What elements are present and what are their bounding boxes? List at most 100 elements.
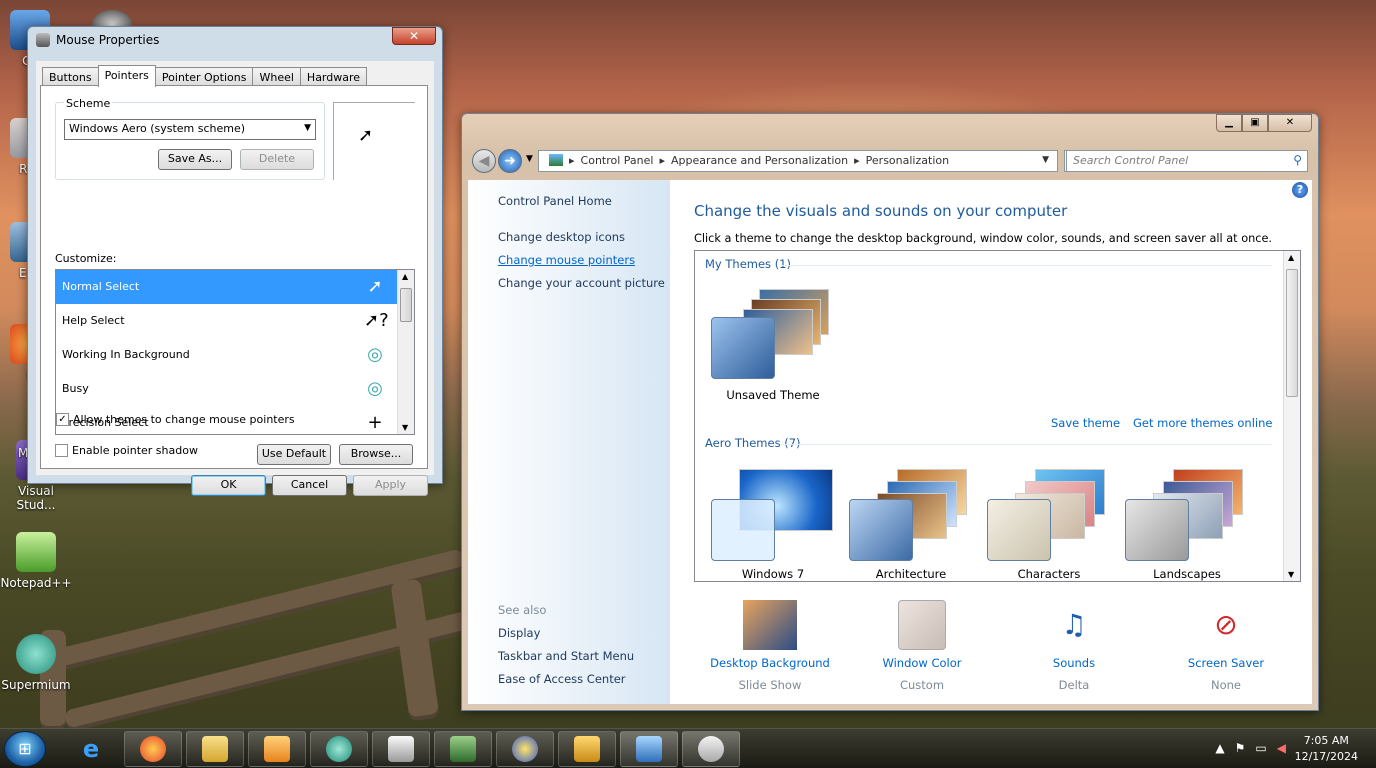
theme-list-scrollbar[interactable]: ▲ ▼ <box>1283 251 1300 581</box>
maximize-button[interactable]: ▣ <box>1242 114 1268 132</box>
display-link[interactable]: Display <box>498 626 540 640</box>
theme-unsaved[interactable] <box>711 287 831 379</box>
pointer-row[interactable]: Working In Background ◎ <box>56 338 414 372</box>
control-panel-home-link[interactable]: Control Panel Home <box>498 194 612 208</box>
desktop-icon-supermium[interactable]: Supermium <box>0 634 74 692</box>
x-icon <box>512 736 538 762</box>
network-icon[interactable]: ▭ <box>1255 741 1266 755</box>
taskbar-supermium[interactable] <box>310 731 368 767</box>
minimize-button[interactable]: ▁ <box>1216 114 1242 132</box>
pointer-row[interactable]: Normal Select ➚ <box>56 270 414 304</box>
use-default-button[interactable]: Use Default <box>257 444 331 465</box>
desktop-icon-notepadpp[interactable]: Notepad++ <box>0 532 74 590</box>
theme-name: Characters <box>1017 567 1081 581</box>
mouse-properties-window: Mouse Properties ✕ Buttons Pointers Poin… <box>27 26 443 496</box>
tab-hardware[interactable]: Hardware <box>299 67 368 86</box>
close-button[interactable]: ✕ <box>1268 114 1312 132</box>
tab-pointers[interactable]: Pointers <box>97 65 156 87</box>
back-button[interactable]: ◀ <box>472 149 496 173</box>
screen-saver-icon: ⊘ <box>1214 608 1238 641</box>
breadcrumb-appearance[interactable]: Appearance and Personalization <box>671 154 848 171</box>
save-theme-link[interactable]: Save theme <box>1051 416 1120 430</box>
breadcrumb-control-panel[interactable]: Control Panel <box>581 154 654 171</box>
screen-saver-item[interactable]: ⊘ Screen Saver None <box>1166 600 1286 692</box>
volume-muted-icon[interactable]: ◀ <box>1277 741 1286 755</box>
recent-pages-chevron-icon[interactable]: ▼ <box>526 154 533 164</box>
desktop-icon-label: Visual Stud... <box>16 484 56 512</box>
theme-architecture[interactable] <box>849 469 969 561</box>
scroll-down-icon[interactable]: ▼ <box>402 423 408 432</box>
sounds-link[interactable]: Sounds <box>1014 656 1134 670</box>
change-desktop-icons-link[interactable]: Change desktop icons <box>498 230 625 244</box>
theme-name: Landscapes <box>1153 567 1221 581</box>
change-account-picture-link[interactable]: Change your account picture <box>498 276 665 290</box>
pointer-list[interactable]: Normal Select ➚ Help Select ➚? Working I… <box>55 269 415 435</box>
ease-of-access-link[interactable]: Ease of Access Center <box>498 672 626 686</box>
action-center-flag-icon[interactable]: ⚑ <box>1235 741 1246 755</box>
terminal-icon <box>450 736 476 762</box>
clock[interactable]: 7:05 AM 12/17/2024 <box>1295 733 1358 765</box>
enable-pointer-shadow-checkbox[interactable]: Enable pointer shadow <box>55 444 198 457</box>
apply-button[interactable]: Apply <box>353 475 428 496</box>
help-button[interactable]: ? <box>1292 182 1308 198</box>
browse-button[interactable]: Browse... <box>339 444 413 465</box>
chevron-down-icon[interactable]: ▼ <box>1042 155 1049 165</box>
forward-button[interactable]: ➜ <box>498 149 522 173</box>
change-mouse-pointers-link[interactable]: Change mouse pointers <box>498 253 635 267</box>
window-color-link[interactable]: Window Color <box>862 656 982 670</box>
theme-characters[interactable] <box>987 469 1107 561</box>
pointer-list-scrollbar[interactable]: ▲ ▼ <box>397 270 414 434</box>
sounds-icon: ♫ <box>1061 608 1087 641</box>
tab-buttons[interactable]: Buttons <box>42 67 99 86</box>
scrollbar-thumb[interactable] <box>1286 269 1298 397</box>
taskbar-mouse-properties[interactable] <box>682 731 740 767</box>
taskbar-control-panel[interactable] <box>620 731 678 767</box>
scrollbar-thumb[interactable] <box>400 288 412 322</box>
mouse-properties-titlebar[interactable]: Mouse Properties ✕ <box>28 27 442 53</box>
checkbox-box[interactable]: ✓ <box>56 413 69 426</box>
show-hidden-icons-icon[interactable]: ▲ <box>1215 741 1224 755</box>
breadcrumb-personalization[interactable]: Personalization <box>866 154 949 171</box>
notepadpp-icon <box>16 532 56 572</box>
start-button[interactable]: ⊞ <box>4 731 46 767</box>
pointer-row[interactable]: Busy ◎ <box>56 372 414 406</box>
desktop-background-item[interactable]: Desktop Background Slide Show <box>710 600 830 692</box>
save-as-button[interactable]: Save As... <box>158 149 232 170</box>
taskbar-x-app[interactable] <box>496 731 554 767</box>
taskbar-explorer[interactable] <box>186 731 244 767</box>
address-bar[interactable]: ▸ Control Panel ▸ Appearance and Persona… <box>538 150 1058 172</box>
screen-saver-link[interactable]: Screen Saver <box>1166 656 1286 670</box>
pointer-row[interactable]: Help Select ➚? <box>56 304 414 338</box>
sounds-item[interactable]: ♫ Sounds Delta <box>1014 600 1134 692</box>
taskbar-terminal[interactable] <box>434 731 492 767</box>
control-panel-icon <box>549 154 563 166</box>
taskbar: ⊞ e ▲ ⚑ ▭ ◀ 7:05 AM 12/17/2024 <box>0 728 1376 768</box>
cancel-button[interactable]: Cancel <box>272 475 347 496</box>
checkbox-box[interactable] <box>55 444 68 457</box>
tab-pointer-options[interactable]: Pointer Options <box>154 67 254 86</box>
theme-windows7[interactable] <box>711 469 833 561</box>
close-button[interactable]: ✕ <box>392 27 436 45</box>
allow-themes-checkbox[interactable]: ✓ Allow themes to change mouse pointers <box>56 413 295 426</box>
scroll-down-icon[interactable]: ▼ <box>1288 570 1294 579</box>
scroll-up-icon[interactable]: ▲ <box>1288 253 1294 262</box>
taskbar-media[interactable] <box>248 731 306 767</box>
desktop-background-link[interactable]: Desktop Background <box>710 656 830 670</box>
busy-cursor-icon: ◎ <box>367 378 383 399</box>
taskbar-start-menu-link[interactable]: Taskbar and Start Menu <box>498 649 634 663</box>
ok-button[interactable]: OK <box>191 475 266 496</box>
tab-wheel[interactable]: Wheel <box>252 67 301 86</box>
scheme-select[interactable]: Windows Aero (system scheme) ▼ <box>64 119 316 140</box>
taskbar-ie[interactable]: e <box>62 731 120 767</box>
taskbar-lion-app[interactable] <box>558 731 616 767</box>
get-more-themes-link[interactable]: Get more themes online <box>1133 416 1272 430</box>
theme-landscapes[interactable] <box>1125 469 1245 561</box>
firefox-icon <box>140 736 166 762</box>
delete-button[interactable]: Delete <box>240 149 314 170</box>
theme-list[interactable]: My Themes (1) Unsaved Theme Save theme G… <box>694 250 1301 582</box>
taskbar-foobar[interactable] <box>372 731 430 767</box>
scroll-up-icon[interactable]: ▲ <box>402 272 408 281</box>
window-color-item[interactable]: Window Color Custom <box>862 600 982 692</box>
taskbar-firefox[interactable] <box>124 731 182 767</box>
search-input[interactable]: Search Control Panel <box>1066 150 1308 172</box>
